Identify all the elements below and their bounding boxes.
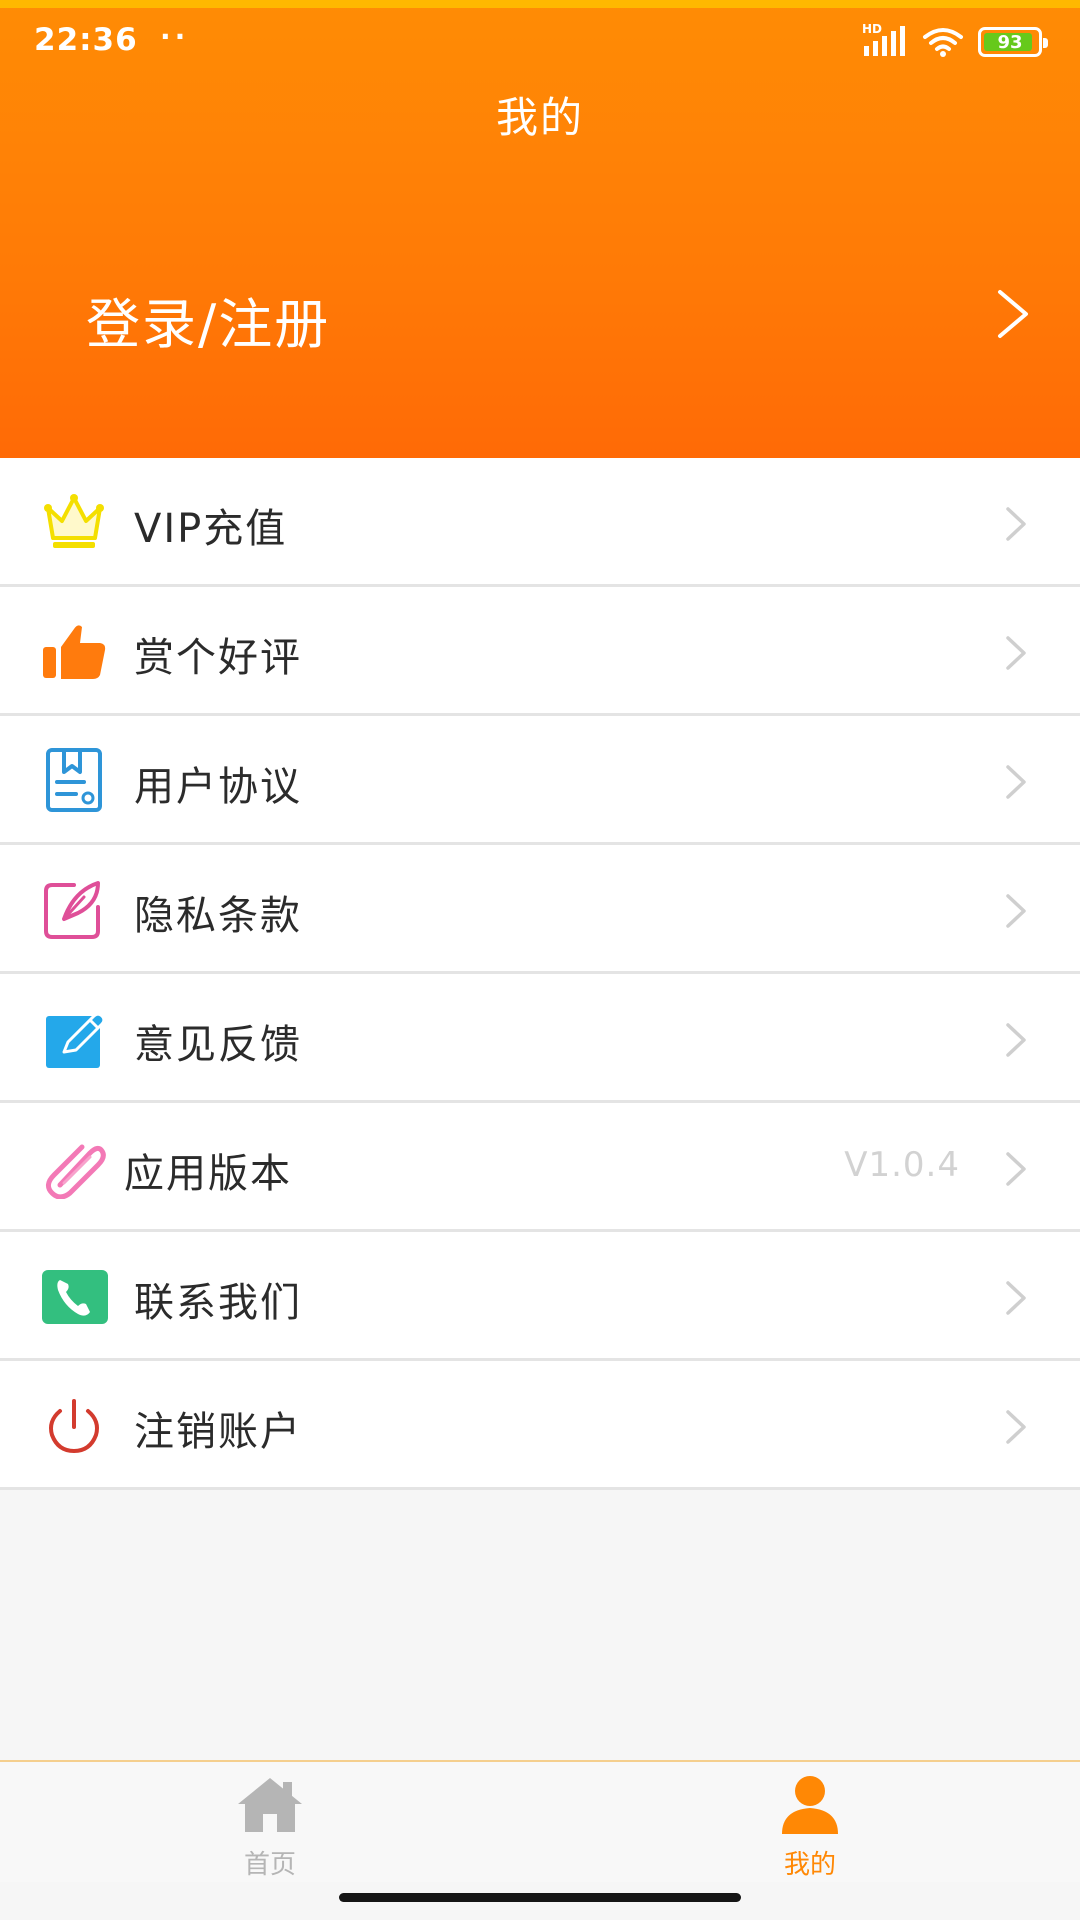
menu-item-privacy-policy[interactable]: 隐私条款 bbox=[0, 845, 1080, 974]
battery-percent: 93 bbox=[997, 31, 1023, 53]
notification-dots: ·· bbox=[160, 20, 190, 53]
chevron-right-icon bbox=[998, 290, 1028, 338]
chevron-right-icon bbox=[1006, 507, 1026, 541]
bottom-tab-bar: 首页 我的 bbox=[0, 1760, 1080, 1882]
login-register-label: 登录/注册 bbox=[86, 293, 331, 356]
profile-header: 22:36 ·· HD 93 我的 登录/注册 bbox=[0, 0, 1080, 458]
status-time: 22:36 bbox=[34, 22, 138, 58]
menu-item-label: VIP充值 bbox=[134, 506, 288, 552]
tab-label: 我的 bbox=[783, 1850, 836, 1880]
page-title: 我的 bbox=[495, 93, 584, 142]
phone-icon bbox=[42, 1270, 108, 1324]
home-indicator[interactable] bbox=[339, 1893, 741, 1902]
menu-item-label: 用户协议 bbox=[134, 764, 302, 810]
house-icon bbox=[238, 1778, 302, 1832]
chevron-right-icon bbox=[1006, 765, 1026, 799]
feedback-edit-icon bbox=[46, 1012, 106, 1068]
chevron-right-icon bbox=[1006, 1410, 1026, 1444]
menu-item-feedback[interactable]: 意见反馈 bbox=[0, 974, 1080, 1103]
menu-item-label: 意见反馈 bbox=[134, 1022, 302, 1068]
menu-item-label: 赏个好评 bbox=[134, 635, 302, 681]
network-label: HD bbox=[862, 22, 883, 36]
settings-menu: VIP充值 赏个好评 用户协议 隐私条款 意见反馈 应用版本 V1.0.4 联系… bbox=[0, 458, 1080, 1490]
menu-item-vip-recharge[interactable]: VIP充值 bbox=[0, 458, 1080, 587]
privacy-pen-icon bbox=[44, 881, 100, 939]
menu-item-label: 隐私条款 bbox=[134, 893, 302, 939]
menu-item-user-agreement[interactable]: 用户协议 bbox=[0, 716, 1080, 845]
menu-item-label: 注销账户 bbox=[134, 1409, 302, 1455]
agreement-document-icon bbox=[46, 748, 102, 812]
chevron-right-icon bbox=[1006, 1152, 1026, 1186]
menu-item-delete-account[interactable]: 注销账户 bbox=[0, 1361, 1080, 1490]
crown-icon bbox=[44, 494, 104, 548]
cellular-signal-icon: HD bbox=[862, 22, 908, 58]
power-icon bbox=[49, 1399, 99, 1454]
chevron-right-icon bbox=[1006, 636, 1026, 670]
chevron-right-icon bbox=[1006, 1281, 1026, 1315]
chevron-right-icon bbox=[1006, 1023, 1026, 1057]
menu-item-rate-app[interactable]: 赏个好评 bbox=[0, 587, 1080, 716]
app-version-value: V1.0.4 bbox=[844, 1145, 960, 1185]
login-register-row[interactable]: 登录/注册 bbox=[0, 260, 1080, 360]
status-icons: HD 93 bbox=[862, 22, 1048, 60]
tab-label: 首页 bbox=[243, 1850, 296, 1880]
menu-item-contact-us[interactable]: 联系我们 bbox=[0, 1232, 1080, 1361]
menu-item-label: 应用版本 bbox=[124, 1151, 292, 1197]
tab-mine[interactable]: 我的 bbox=[710, 1762, 910, 1884]
status-bar: 22:36 ·· HD 93 bbox=[0, 14, 1080, 68]
chevron-right-icon bbox=[1006, 894, 1026, 928]
wifi-icon bbox=[923, 28, 963, 57]
tab-home[interactable]: 首页 bbox=[170, 1762, 370, 1884]
menu-item-app-version[interactable]: 应用版本 V1.0.4 bbox=[0, 1103, 1080, 1232]
menu-item-label: 联系我们 bbox=[134, 1280, 302, 1326]
thumbs-up-icon bbox=[43, 625, 106, 679]
battery-icon: 93 bbox=[978, 27, 1048, 57]
person-icon bbox=[782, 1776, 838, 1834]
paperclip-icon bbox=[46, 1144, 106, 1199]
